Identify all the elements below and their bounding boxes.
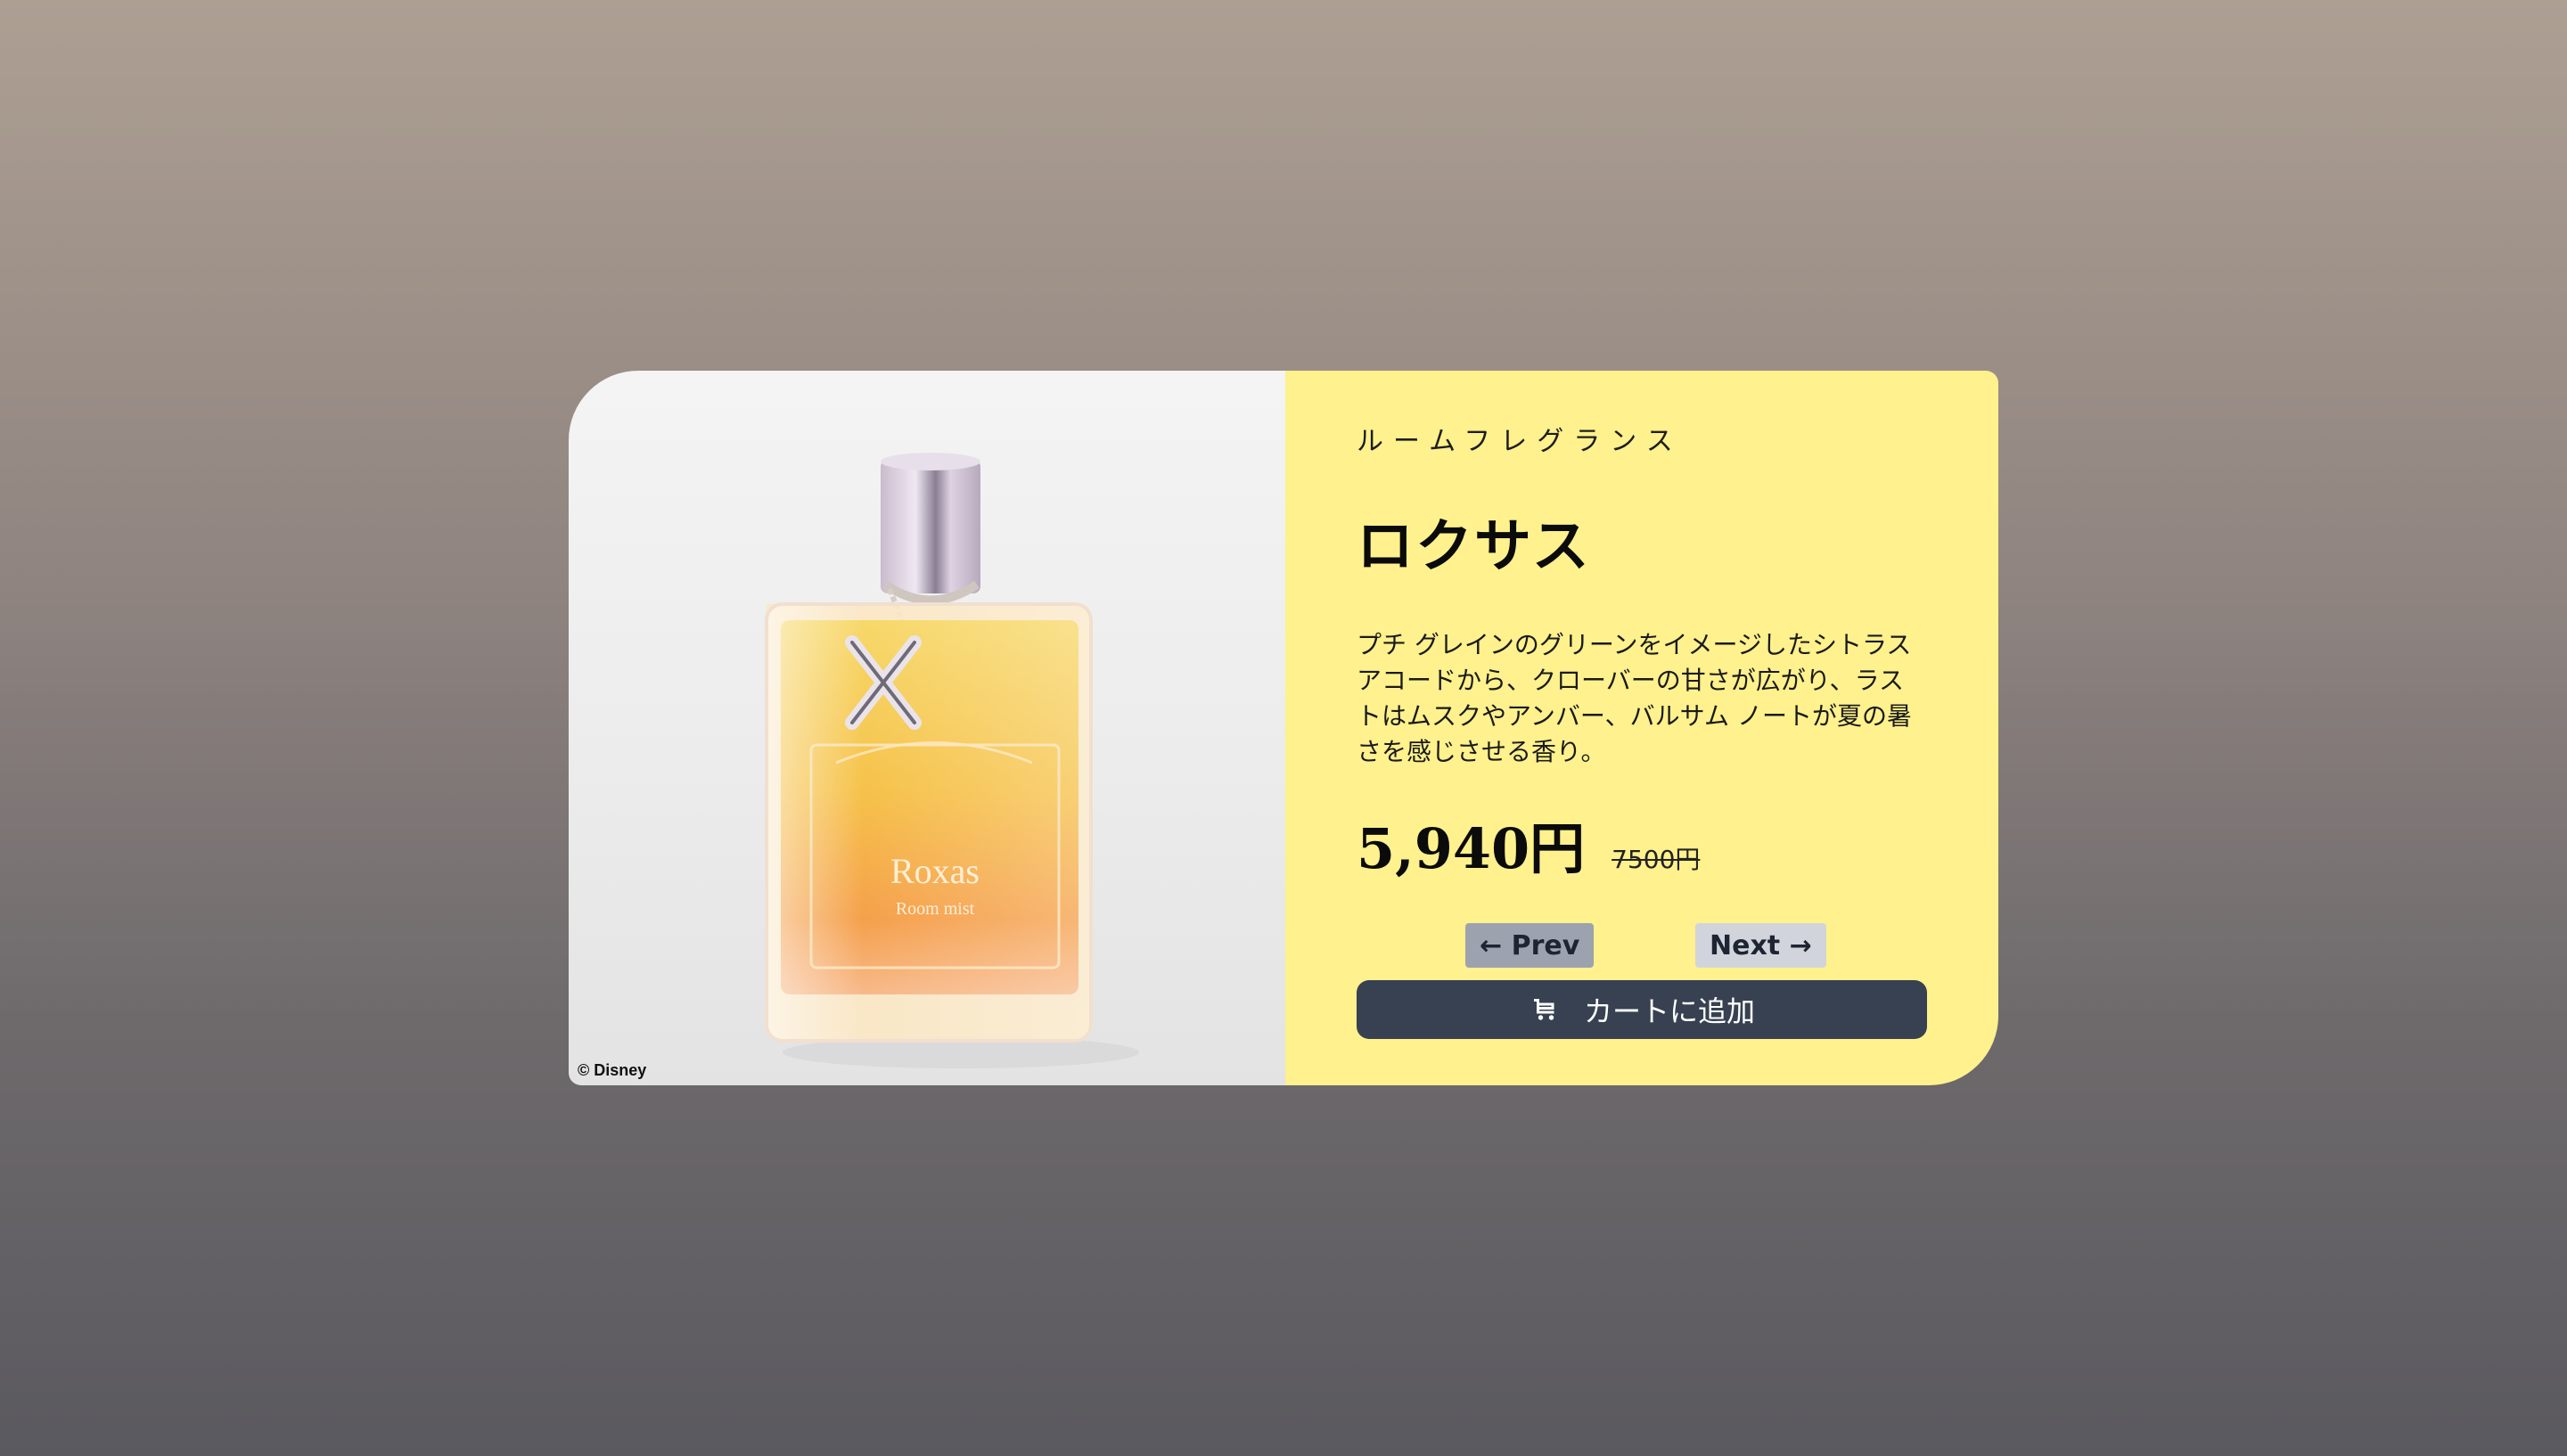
next-button[interactable]: Next → — [1695, 923, 1826, 968]
cart-icon — [1533, 999, 1554, 1020]
current-price: 5,940円 — [1357, 816, 1586, 881]
product-category: ルームフレグランス — [1357, 426, 1683, 457]
product-navigation: ← Prev Next → — [1357, 923, 1929, 977]
price-row: 5,940円 7500円 — [1357, 804, 1929, 884]
product-image: Roxas Room mist © Disney — [569, 371, 1285, 1085]
bottle-label: Roxas — [890, 851, 980, 891]
add-to-cart-button[interactable]: カートに追加 — [1357, 980, 1927, 1039]
product-info-panel: ルームフレグランス ロクサス プチ グレインのグリーンをイメージしたシトラス ア… — [1285, 371, 1998, 1085]
original-price: 7500円 — [1612, 845, 1701, 874]
product-description: プチ グレインのグリーンをイメージしたシトラス アコードから、クローバーの甘さが… — [1357, 630, 1912, 766]
copyright-notice: © Disney — [578, 1061, 647, 1079]
bottle-sublabel: Room mist — [896, 899, 975, 919]
product-name: ロクサス — [1357, 514, 1591, 580]
product-card: Roxas Room mist © Disney ルームフレグランス ロクサス … — [569, 371, 1998, 1085]
prev-button[interactable]: ← Prev — [1465, 923, 1595, 968]
add-to-cart-label: カートに追加 — [1583, 994, 1755, 1028]
perfume-bottle-illustration: Roxas Room mist — [765, 453, 1139, 1068]
